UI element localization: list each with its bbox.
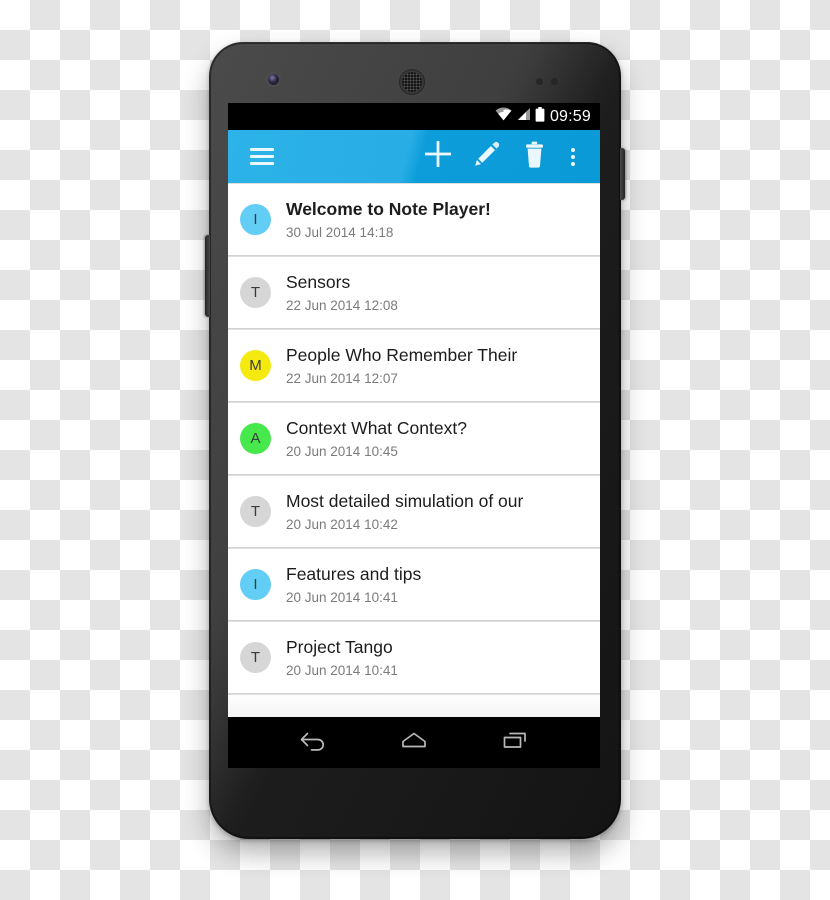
back-arrow-icon bbox=[298, 729, 328, 756]
trash-icon bbox=[523, 141, 546, 173]
list-item-partial[interactable] bbox=[228, 695, 600, 717]
home-button[interactable] bbox=[386, 717, 442, 768]
note-title: Sensors bbox=[286, 271, 351, 292]
list-item[interactable]: I Welcome to Note Player! 30 Jul 2014 14… bbox=[228, 184, 600, 255]
list-item[interactable]: T Most detailed simulation of our 20 Jun… bbox=[228, 476, 600, 547]
add-note-button[interactable] bbox=[414, 130, 462, 183]
avatar: A bbox=[240, 423, 271, 454]
avatar: M bbox=[240, 350, 271, 381]
delete-note-button[interactable] bbox=[510, 130, 558, 183]
hamburger-icon bbox=[250, 148, 274, 165]
avatar: I bbox=[240, 204, 271, 235]
avatar: T bbox=[240, 642, 271, 673]
avatar: I bbox=[240, 569, 271, 600]
note-title: Welcome to Note Player! bbox=[286, 198, 491, 219]
note-date: 20 Jun 2014 10:41 bbox=[286, 662, 398, 678]
drawer-menu-button[interactable] bbox=[245, 130, 279, 183]
list-item[interactable]: A Context What Context? 20 Jun 2014 10:4… bbox=[228, 403, 600, 474]
note-text: Most detailed simulation of our 20 Jun 2… bbox=[286, 490, 523, 534]
list-item[interactable]: T Project Tango 20 Jun 2014 10:41 bbox=[228, 622, 600, 693]
power-button[interactable] bbox=[620, 148, 625, 200]
note-text: People Who Remember Their 22 Jun 2014 12… bbox=[286, 344, 517, 388]
light-sensor-icon bbox=[551, 78, 558, 85]
overflow-dots-icon bbox=[571, 147, 575, 166]
status-bar-clock: 09:59 bbox=[549, 107, 591, 125]
status-bar: 09:59 bbox=[228, 103, 600, 130]
note-date: 20 Jun 2014 10:42 bbox=[286, 516, 398, 532]
overflow-menu-button[interactable] bbox=[558, 130, 588, 183]
back-button[interactable] bbox=[285, 717, 341, 768]
wifi-icon bbox=[495, 107, 512, 126]
volume-rocker-button[interactable] bbox=[205, 235, 210, 317]
note-text: Project Tango 20 Jun 2014 10:41 bbox=[286, 636, 398, 680]
home-icon bbox=[399, 729, 429, 756]
action-bar bbox=[228, 130, 600, 183]
avatar: T bbox=[240, 277, 271, 308]
proximity-sensor-icon bbox=[536, 78, 543, 85]
note-date: 30 Jul 2014 14:18 bbox=[286, 224, 394, 240]
note-title: People Who Remember Their bbox=[286, 344, 518, 365]
status-bar-icons bbox=[495, 106, 545, 127]
note-list[interactable]: I Welcome to Note Player! 30 Jul 2014 14… bbox=[228, 183, 600, 717]
note-text: Features and tips 20 Jun 2014 10:41 bbox=[286, 563, 421, 607]
front-camera-icon bbox=[268, 74, 279, 85]
note-title: Most detailed simulation of our bbox=[286, 490, 524, 511]
note-title: Context What Context? bbox=[286, 417, 467, 438]
plus-icon bbox=[423, 139, 453, 174]
note-text: Sensors 22 Jun 2014 12:08 bbox=[286, 271, 398, 315]
note-date: 22 Jun 2014 12:08 bbox=[286, 297, 398, 313]
list-item[interactable]: M People Who Remember Their 22 Jun 2014 … bbox=[228, 330, 600, 401]
note-date: 22 Jun 2014 12:07 bbox=[286, 370, 398, 386]
phone-screen: 09:59 I Welcome to Note Player! 30 Jul 2… bbox=[228, 103, 600, 768]
note-title: Features and tips bbox=[286, 563, 422, 584]
edit-note-button[interactable] bbox=[462, 130, 510, 183]
list-item[interactable]: I Features and tips 20 Jun 2014 10:41 bbox=[228, 549, 600, 620]
battery-icon bbox=[535, 106, 545, 127]
list-item[interactable]: T Sensors 22 Jun 2014 12:08 bbox=[228, 257, 600, 328]
earpiece-speaker-icon bbox=[400, 70, 424, 94]
note-text: Welcome to Note Player! 30 Jul 2014 14:1… bbox=[286, 198, 491, 242]
note-title: Project Tango bbox=[286, 636, 393, 657]
note-date: 20 Jun 2014 10:45 bbox=[286, 443, 398, 459]
recents-button[interactable] bbox=[487, 717, 543, 768]
recents-icon bbox=[500, 729, 530, 756]
system-navigation-bar bbox=[228, 717, 600, 768]
signal-icon bbox=[516, 107, 531, 126]
note-text: Context What Context? 20 Jun 2014 10:45 bbox=[286, 417, 467, 461]
avatar: T bbox=[240, 496, 271, 527]
pencil-icon bbox=[473, 141, 500, 173]
note-date: 20 Jun 2014 10:41 bbox=[286, 589, 398, 605]
